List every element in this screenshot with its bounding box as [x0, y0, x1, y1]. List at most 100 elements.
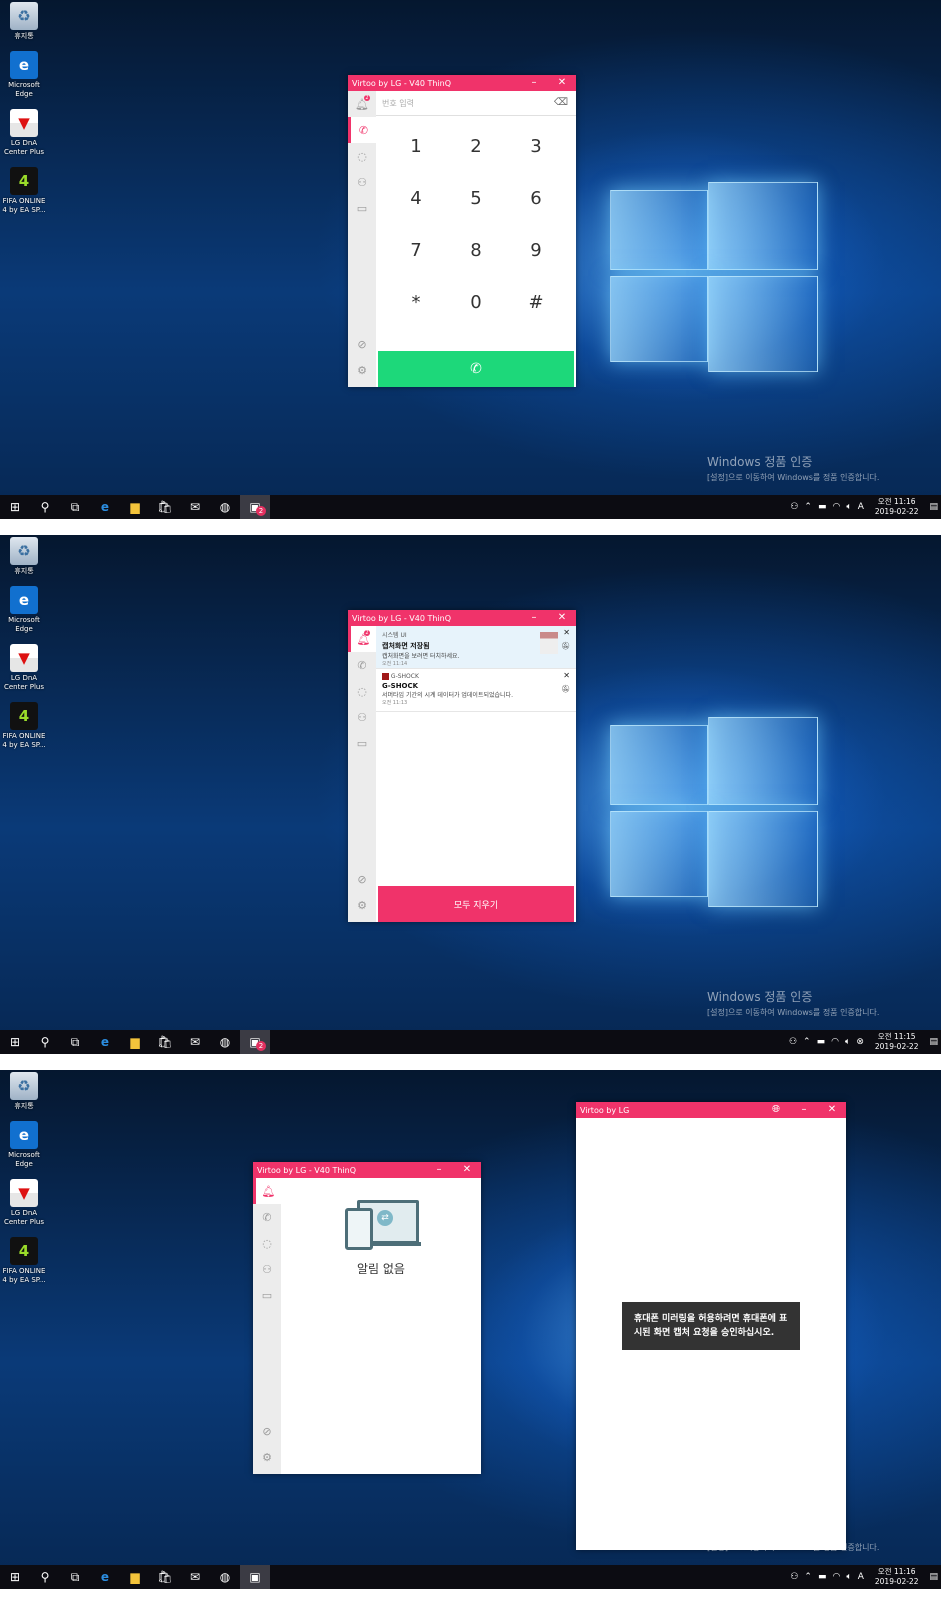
desktop-icon-edge[interactable]: e Microsoft Edge [2, 1121, 46, 1169]
taskbar-store[interactable]: 🛍︎ [150, 1030, 180, 1054]
dial-key[interactable]: 5 [446, 172, 506, 224]
taskbar-virtoo[interactable]: ▣ 2 [240, 1030, 270, 1054]
sidebar-messages[interactable]: ◌ [348, 143, 376, 169]
desktop-icon-fifa[interactable]: 4 FIFA ONLINE 4 by EA SP... [2, 1237, 46, 1285]
battery-icon[interactable]: ▬ [818, 1572, 827, 1582]
minimize-button[interactable]: – [425, 1162, 453, 1178]
desktop-icon-recycle-bin[interactable]: ♻ 휴지통 [2, 537, 46, 576]
clock[interactable]: 오전 11:15 2019-02-22 [875, 1032, 919, 1052]
chevron-up-icon[interactable]: ⌃ [803, 1037, 811, 1047]
sidebar-block[interactable]: ⊘ [348, 866, 376, 892]
minimize-button[interactable]: – [520, 610, 548, 626]
desktop-icon-lg-dna[interactable]: ▼ LG DnA Center Plus [2, 1179, 46, 1227]
search-button[interactable]: ⚲ [30, 1030, 60, 1054]
dial-key[interactable]: 4 [386, 172, 446, 224]
clock[interactable]: 오전 11:16 2019-02-22 [875, 1567, 919, 1587]
mute-bell-icon[interactable]: 🔕︎ [561, 685, 570, 693]
mute-bell-icon[interactable]: 🔕︎ [561, 642, 570, 650]
title-bar[interactable]: Virtoo by LG - V40 ThinQ – ✕ [253, 1162, 481, 1178]
volume-icon[interactable]: 🔈︎ [845, 1037, 850, 1047]
sidebar-mirror[interactable]: ▭ [348, 195, 376, 221]
volume-icon[interactable]: 🔈︎ [846, 502, 851, 512]
clear-all-button[interactable]: 모두 지우기 [378, 886, 574, 922]
notification-item[interactable]: 시스템 UI 캡처화면 저장됨 캡처화면을 보려면 터치하세요. 오전 11:1… [376, 626, 576, 669]
close-button[interactable]: ✕ [548, 75, 576, 91]
sidebar-phone[interactable]: ✆ [253, 1204, 281, 1230]
start-button[interactable]: ⊞ [0, 1030, 30, 1054]
taskbar-store[interactable]: 🛍︎ [150, 495, 180, 519]
sidebar-phone[interactable]: ✆ [348, 652, 376, 678]
taskbar-virtoo[interactable]: ▣ [240, 1565, 270, 1589]
volume-icon[interactable]: 🔈︎ [846, 1572, 851, 1582]
wifi-icon[interactable]: ◠ [832, 1572, 840, 1582]
search-button[interactable]: ⚲ [30, 495, 60, 519]
taskbar-edge[interactable]: e [90, 1565, 120, 1589]
sidebar-messages[interactable]: ◌ [348, 678, 376, 704]
globe-icon[interactable]: 🌐︎ [762, 1102, 790, 1118]
dial-key[interactable]: 0 [446, 276, 506, 328]
people-icon[interactable]: ⚇ [790, 1572, 798, 1582]
minimize-button[interactable]: – [520, 75, 548, 91]
sidebar-notifications[interactable]: 🔔︎ [253, 1178, 281, 1204]
wifi-icon[interactable]: ◠ [832, 502, 840, 512]
taskbar-explorer[interactable]: ▆ [120, 1565, 150, 1589]
ime-icon[interactable]: ⊗ [856, 1037, 864, 1047]
action-center-icon[interactable]: ▤ [929, 502, 938, 512]
taskbar-app[interactable]: ◍ [210, 495, 240, 519]
dial-key[interactable]: 9 [506, 224, 566, 276]
dial-key[interactable]: 6 [506, 172, 566, 224]
desktop-icon-edge[interactable]: e Microsoft Edge [2, 51, 46, 99]
desktop-icon-fifa[interactable]: 4 FIFA ONLINE 4 by EA SP... [2, 702, 46, 750]
dial-key[interactable]: 1 [386, 120, 446, 172]
taskbar-edge[interactable]: e [90, 1030, 120, 1054]
sidebar-notifications[interactable]: 🔔︎ 2 [348, 91, 376, 117]
title-bar[interactable]: Virtoo by LG - V40 ThinQ – ✕ [348, 75, 576, 91]
sidebar-messages[interactable]: ◌ [253, 1230, 281, 1256]
dial-key[interactable]: 7 [386, 224, 446, 276]
task-view-button[interactable]: ⧉ [60, 1565, 90, 1589]
minimize-button[interactable]: – [790, 1102, 818, 1118]
desktop-icon-fifa[interactable]: 4 FIFA ONLINE 4 by EA SP... [2, 167, 46, 215]
taskbar-app[interactable]: ◍ [210, 1030, 240, 1054]
task-view-button[interactable]: ⧉ [60, 1030, 90, 1054]
backspace-icon[interactable]: ⌫ [554, 97, 568, 108]
dial-key[interactable]: # [506, 276, 566, 328]
action-center-icon[interactable]: ▤ [929, 1037, 938, 1047]
clock[interactable]: 오전 11:16 2019-02-22 [875, 497, 919, 517]
desktop-icon-recycle-bin[interactable]: ♻ 휴지통 [2, 2, 46, 41]
taskbar-edge[interactable]: e [90, 495, 120, 519]
sidebar-settings[interactable]: ⚙ [348, 357, 376, 383]
desktop-icon-edge[interactable]: e Microsoft Edge [2, 586, 46, 634]
sidebar-phone[interactable]: ✆ [348, 117, 376, 143]
sidebar-contacts[interactable]: ⚇ [253, 1256, 281, 1282]
search-button[interactable]: ⚲ [30, 1565, 60, 1589]
sidebar-mirror[interactable]: ▭ [348, 730, 376, 756]
mirror-title-bar[interactable]: Virtoo by LG 🌐︎ – ✕ [576, 1102, 846, 1118]
sidebar-contacts[interactable]: ⚇ [348, 704, 376, 730]
taskbar-mail[interactable]: ✉ [180, 1565, 210, 1589]
taskbar-mail[interactable]: ✉ [180, 1030, 210, 1054]
sidebar-mirror[interactable]: ▭ [253, 1282, 281, 1308]
dial-key[interactable]: 3 [506, 120, 566, 172]
close-icon[interactable]: ✕ [563, 628, 570, 637]
task-view-button[interactable]: ⧉ [60, 495, 90, 519]
action-center-icon[interactable]: ▤ [929, 1572, 938, 1582]
number-input[interactable]: 번호 입력 ⌫ [376, 91, 576, 116]
sidebar-block[interactable]: ⊘ [253, 1418, 281, 1444]
title-bar[interactable]: Virtoo by LG - V40 ThinQ – ✕ [348, 610, 576, 626]
sidebar-notifications[interactable]: 🔔︎ 2 [348, 626, 376, 652]
start-button[interactable]: ⊞ [0, 495, 30, 519]
ime-indicator[interactable]: A [858, 1572, 864, 1582]
dial-key[interactable]: 2 [446, 120, 506, 172]
close-button[interactable]: ✕ [453, 1162, 481, 1178]
close-icon[interactable]: ✕ [563, 671, 570, 680]
dial-key[interactable]: * [386, 276, 446, 328]
notification-item[interactable]: G-SHOCK G-SHOCK 서머타임 기간의 시계 데이터가 업데이트되었습… [376, 669, 576, 712]
sidebar-settings[interactable]: ⚙ [253, 1444, 281, 1470]
sidebar-settings[interactable]: ⚙ [348, 892, 376, 918]
close-button[interactable]: ✕ [818, 1102, 846, 1118]
start-button[interactable]: ⊞ [0, 1565, 30, 1589]
sidebar-contacts[interactable]: ⚇ [348, 169, 376, 195]
taskbar-mail[interactable]: ✉ [180, 495, 210, 519]
taskbar-store[interactable]: 🛍︎ [150, 1565, 180, 1589]
